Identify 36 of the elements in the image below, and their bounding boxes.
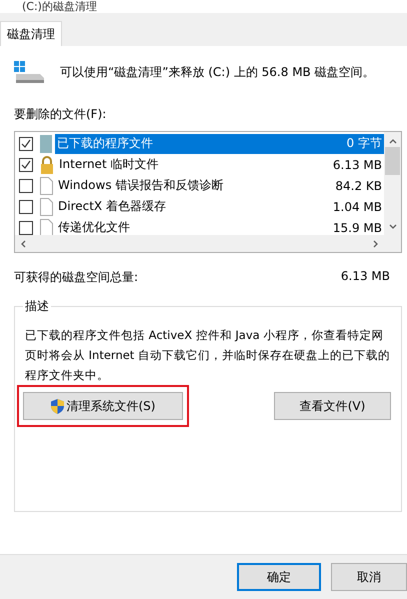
scrollbar[interactable] (15, 235, 384, 252)
file-item[interactable]: Internet 临时文件 6.13 MB (57, 154, 384, 174)
checkbox[interactable] (19, 158, 33, 172)
file-icon (40, 198, 53, 216)
scroll-thumb[interactable] (385, 147, 400, 175)
file-icon (40, 176, 53, 194)
scroll-down-icon[interactable] (388, 223, 396, 231)
checkbox[interactable] (19, 200, 33, 214)
checkbox[interactable] (19, 136, 33, 150)
file-item[interactable]: 传递优化文件 15.9 MB (56, 218, 384, 235)
checkbox[interactable] (19, 220, 33, 234)
description-text: 已下载的程序文件包括 ActiveX 控件和 Java 小程序，你查看特定网页时将会从 Internet 自动下载它们，并临时保存在硬盘上的已下载的程序文件夹中。 (25, 327, 391, 384)
file-item[interactable]: Windows 错误报告和反馈诊断 84.2 KB (56, 176, 384, 196)
dialog-button[interactable]: 确定 (237, 563, 321, 591)
tab[interactable]: 磁盘清理 (0, 21, 62, 46)
window-title: (C:)的磁盘清理 (22, 1, 97, 13)
drive-icon (14, 61, 46, 83)
total-label: 可获得的磁盘空间总量: (14, 269, 138, 286)
files-label: 要删除的文件(F): (14, 106, 108, 123)
scroll-left-icon[interactable] (19, 240, 27, 248)
total-value: 6.13 MB (340, 269, 390, 285)
summary-text: 可以使用“磁盘清理”来释放 (C:) 上的 56.8 MB 磁盘空间。 (60, 64, 375, 80)
view-files-button[interactable]: 查看文件(V) (274, 392, 391, 420)
checkbox[interactable] (19, 178, 33, 192)
file-icon (40, 218, 53, 235)
scrollbar[interactable] (384, 132, 401, 235)
file-item[interactable]: DirectX 着色器缓存 1.04 MB (56, 196, 384, 216)
clean-system-button[interactable]: 清理系统文件(S) (23, 392, 183, 420)
folder-icon (40, 134, 52, 152)
dialog-button[interactable]: 取消 (331, 563, 407, 591)
lock-icon (40, 156, 54, 174)
file-item[interactable]: 已下载的程序文件 0 字节 (55, 134, 384, 154)
scroll-up-icon[interactable] (388, 137, 396, 145)
shield-icon (50, 398, 64, 414)
scroll-right-icon[interactable] (372, 240, 380, 248)
group-legend: 描述 (23, 298, 51, 315)
